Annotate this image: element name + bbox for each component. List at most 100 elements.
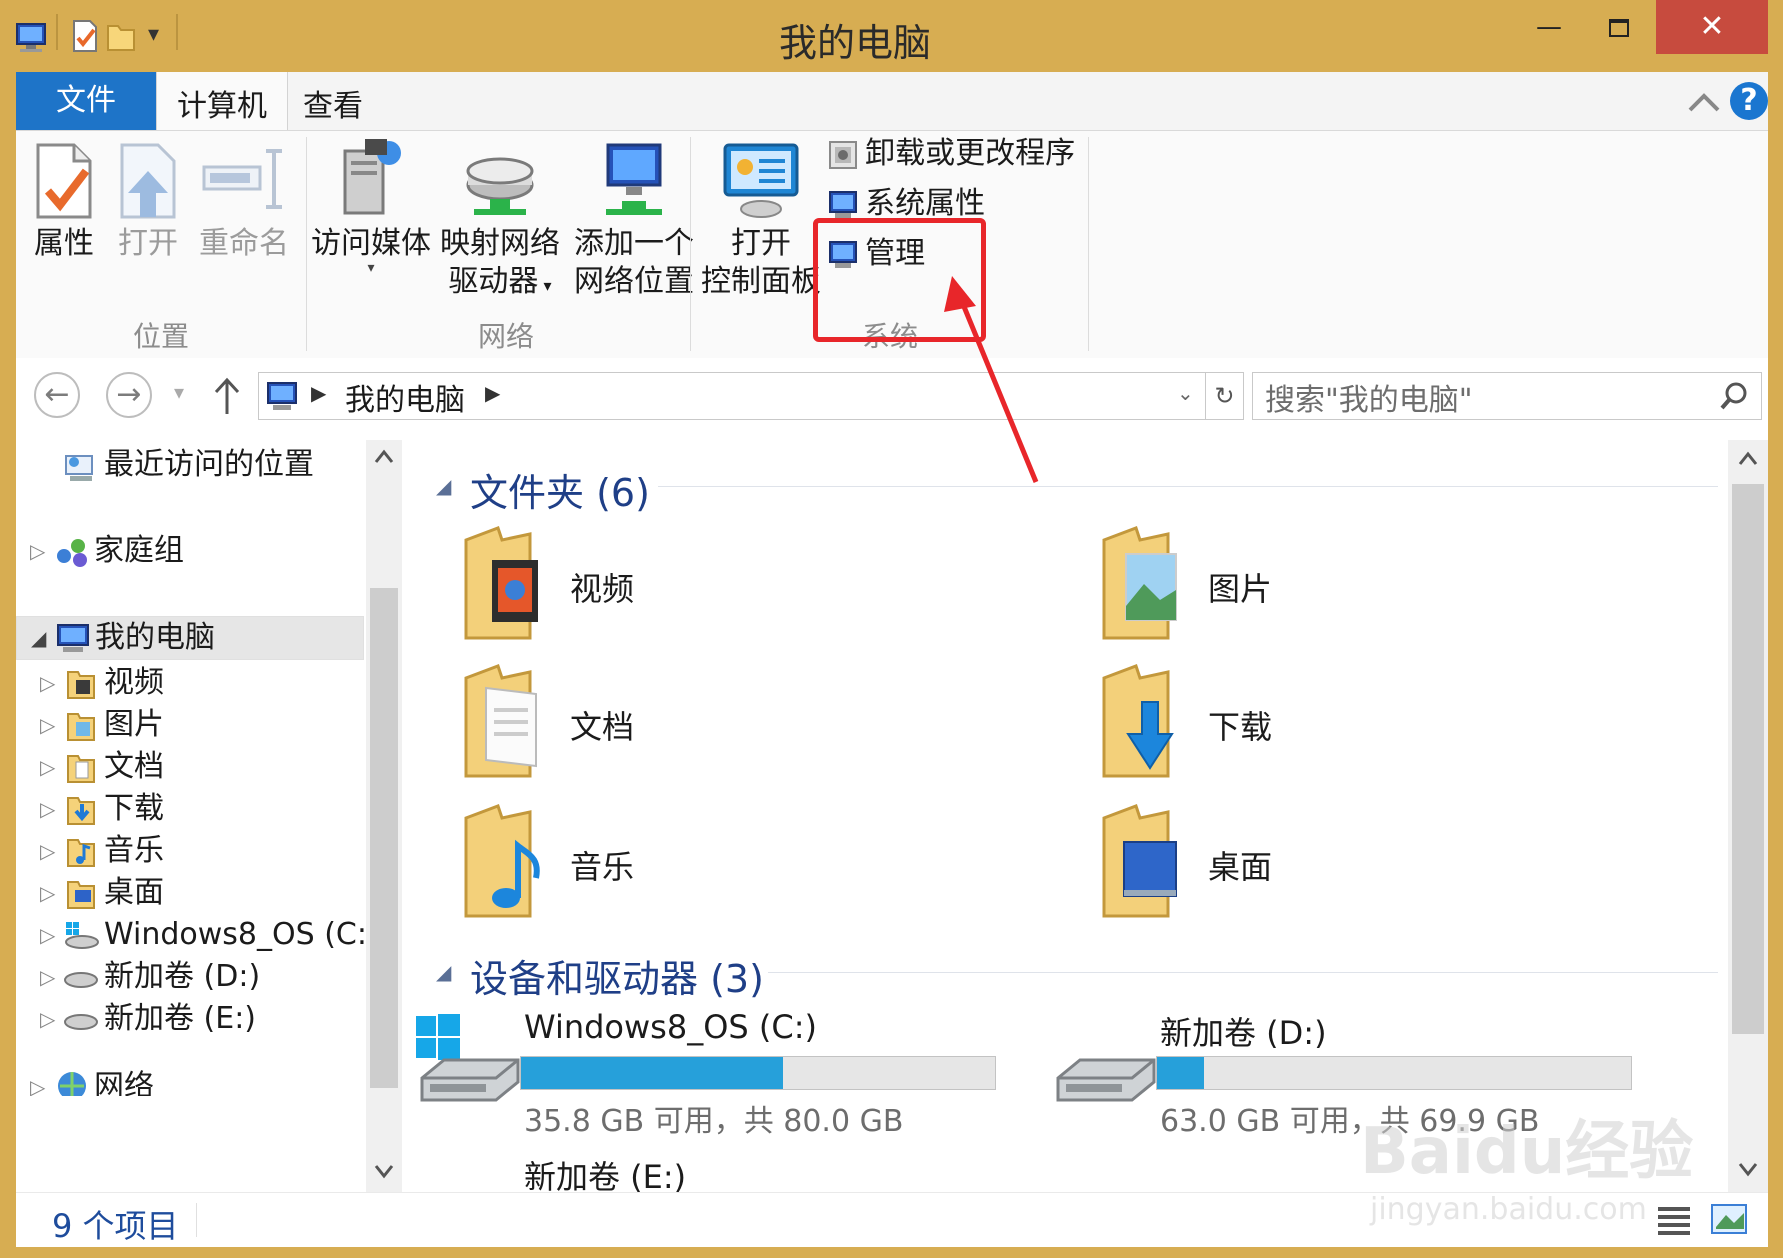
rename-button[interactable]: 重命名 [196,141,292,263]
expand-icon[interactable]: ▷ [40,704,55,746]
expand-icon[interactable]: ▷ [30,1066,45,1096]
breadcrumb-chevron-icon[interactable]: ▶ [485,381,500,405]
media-server-icon [343,139,401,215]
uninstall-program-button[interactable]: 卸载或更改程序 [826,135,1075,181]
expand-icon[interactable]: ▷ [40,914,55,956]
folder-tile-music[interactable]: 音乐 [458,798,1018,928]
tree-item-downloads[interactable]: ▷ 下载 [16,788,364,830]
uninstall-label: 卸载或更改程序 [865,136,1076,171]
open-cp-label-1: 打开 [731,226,791,261]
desktop-folder-icon [67,881,95,909]
expand-icon[interactable]: ▷ [40,956,55,998]
tree-item-pictures[interactable]: ▷ 图片 [16,704,364,746]
videos-folder-icon [67,671,95,699]
navigation-bar: ← → ▾ ▶ 我的电脑 ▶ ⌄ ↻ 搜索"我的电脑" [16,358,1768,440]
minimize-button[interactable]: — [1514,0,1584,54]
drive-icon [1056,1058,1156,1102]
tree-item-drive-e[interactable]: ▷ 新加卷 (E:) [16,998,364,1040]
search-box[interactable]: 搜索"我的电脑" [1252,372,1762,420]
maximize-button[interactable] [1584,0,1654,54]
content-scroll-thumb[interactable] [1732,484,1764,1034]
tree-item-label: 家庭组 [94,533,184,568]
computer-icon [57,624,89,652]
expand-icon[interactable]: ▷ [40,872,55,914]
navigation-pane: 最近访问的位置 ▷ 家庭组 ◢ 我的电脑 ▷ 视频 ▷ 图片 ▷ 文档 ▷ 下载… [16,440,408,1192]
drive-tile-e[interactable]: 新加卷 (E:) [408,1152,1068,1192]
downloads-folder-icon [67,797,95,825]
section-collapse-icon[interactable]: ◢ [436,960,451,984]
tree-item-drive-c[interactable]: ▷ Windows8_OS (C: [16,914,364,956]
drives-section-header[interactable]: 设备和驱动器 (3) [470,948,764,1003]
control-panel-icon [723,143,799,218]
system-properties-label: 系统属性 [865,186,986,221]
tree-item-my-computer[interactable]: ◢ 我的电脑 [16,616,364,660]
properties-icon [36,143,92,219]
ribbon-collapse-icon[interactable] [1686,84,1722,120]
collapse-icon[interactable]: ◢ [31,617,46,659]
expand-icon[interactable]: ▷ [40,662,55,704]
videos-folder-icon [464,526,538,640]
breadcrumb-chevron-icon: ▶ [311,381,327,405]
map-network-drive-button[interactable]: 映射网络 驱动器 ▾ [436,141,564,305]
item-count: 9 个项目 [52,1207,179,1245]
recent-locations-icon[interactable]: ▾ [174,380,184,404]
scroll-up-icon[interactable] [1738,450,1758,466]
tree-item-drive-d[interactable]: ▷ 新加卷 (D:) [16,956,364,998]
tree-item-desktop[interactable]: ▷ 桌面 [16,872,364,914]
tree-item-documents[interactable]: ▷ 文档 [16,746,364,788]
help-icon[interactable]: ? [1730,82,1768,120]
folders-section-header[interactable]: 文件夹 (6) [470,462,650,517]
tree-item-label: 最近访问的位置 [104,447,314,482]
tree-item-label: 我的电脑 [95,620,215,655]
pictures-folder-icon [1102,526,1177,640]
close-button[interactable]: ✕ [1656,0,1768,54]
expand-icon[interactable]: ▷ [40,998,55,1040]
properties-button[interactable]: 属性 [28,141,100,263]
folder-label: 图片 [1208,570,1273,608]
content-scrollbar[interactable] [1728,440,1768,1192]
tree-item-network[interactable]: ▷ 网络 [16,1066,364,1096]
homegroup-icon [57,539,87,567]
open-button[interactable]: 打开 [112,141,184,263]
breadcrumb-my-computer[interactable]: 我的电脑 [345,375,465,419]
scroll-down-icon[interactable] [374,1164,394,1180]
tree-item-music[interactable]: ▷ 音乐 [16,830,364,872]
expand-icon[interactable]: ▷ [40,830,55,872]
add-location-label-1: 添加一个 [574,226,694,261]
expand-icon[interactable]: ▷ [40,746,55,788]
forward-button[interactable]: → [106,372,152,418]
nav-scroll-thumb[interactable] [370,588,398,1088]
address-bar[interactable]: ▶ 我的电脑 ▶ ⌄ [258,372,1206,420]
folder-tile-videos[interactable]: 视频 [458,520,1018,650]
drive-usage-bar [520,1056,996,1090]
folder-tile-desktop[interactable]: 桌面 [1096,798,1656,928]
back-button[interactable]: ← [34,372,80,418]
tab-file[interactable]: 文件 [16,72,156,130]
folder-tile-downloads[interactable]: 下载 [1096,658,1656,788]
access-media-button[interactable]: 访问媒体 ▾ [310,135,432,275]
section-collapse-icon[interactable]: ◢ [436,474,451,498]
add-network-location-button[interactable]: 添加一个 网络位置 [570,139,698,301]
address-dropdown-icon[interactable]: ⌄ [1177,381,1194,405]
scroll-up-icon[interactable] [374,448,394,464]
tree-item-videos[interactable]: ▷ 视频 [16,662,364,704]
open-control-panel-button[interactable]: 打开 控制面板 [696,141,826,301]
map-drive-label-1: 映射网络 [440,226,560,261]
expand-icon[interactable]: ▷ [30,530,45,572]
tree-item-recent[interactable]: 最近访问的位置 [16,444,364,486]
folder-tile-pictures[interactable]: 图片 [1096,520,1656,650]
open-icon [120,143,176,219]
title-bar: ▾ 我的电脑 — ✕ [0,0,1783,72]
nav-scrollbar[interactable] [366,440,402,1192]
tab-view[interactable]: 查看 [288,72,378,130]
folder-tile-documents[interactable]: 文档 [458,658,1018,788]
expand-icon[interactable]: ▷ [40,788,55,830]
search-icon[interactable] [1719,381,1749,411]
tree-item-homegroup[interactable]: ▷ 家庭组 [16,530,364,572]
tab-computer[interactable]: 计算机 [156,72,288,130]
folder-label: 桌面 [1208,848,1273,886]
drive-tile-c[interactable]: Windows8_OS (C:) 35.8 GB 可用，共 80.0 GB [408,1002,1068,1139]
up-arrow-icon[interactable] [212,376,242,416]
network-drive-icon [466,157,534,215]
refresh-button[interactable]: ↻ [1206,372,1244,420]
